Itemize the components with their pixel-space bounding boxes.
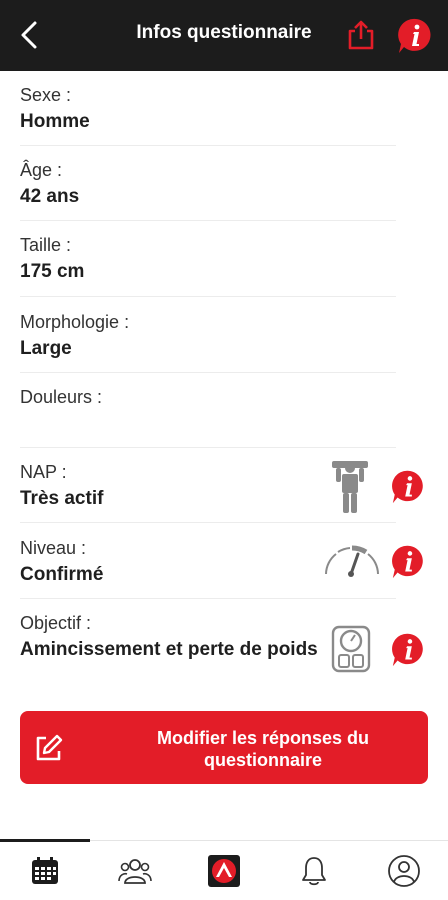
group-icon xyxy=(118,859,152,884)
bottom-tab-bar xyxy=(0,839,448,900)
gauge-icon xyxy=(325,545,379,577)
tab-profile[interactable] xyxy=(384,853,424,889)
nap-info-button[interactable] xyxy=(390,468,428,506)
tab-calendar[interactable] xyxy=(25,853,65,889)
info-bubble-icon xyxy=(398,18,431,53)
info-bubble-icon xyxy=(392,470,423,504)
field-value: Large xyxy=(20,338,72,359)
field-label: Sexe : xyxy=(20,85,72,105)
tab-home-logo[interactable] xyxy=(204,853,244,889)
share-icon xyxy=(348,20,374,50)
active-person-icon xyxy=(332,461,368,513)
edit-answers-button[interactable]: Modifier les réponses du questionnaire xyxy=(20,711,428,784)
objectif-info-button[interactable] xyxy=(390,631,428,669)
field-label: Âge : xyxy=(20,160,63,180)
brand-logo-icon xyxy=(208,855,240,887)
top-app-bar: Infos questionnaire xyxy=(0,0,448,71)
calendar-icon xyxy=(32,857,58,884)
field-age: Âge : 42 ans xyxy=(20,159,396,221)
field-value: 175 cm xyxy=(20,261,85,282)
field-value: 42 ans xyxy=(20,186,80,207)
field-value: Amincissement et perte de poids xyxy=(20,639,318,660)
niveau-info-button[interactable] xyxy=(390,543,428,581)
bell-icon xyxy=(302,857,326,886)
profile-icon xyxy=(388,855,420,887)
field-douleurs: Douleurs : xyxy=(20,386,396,448)
edit-icon xyxy=(36,734,63,761)
page-title: Infos questionnaire xyxy=(136,22,312,43)
tab-group[interactable] xyxy=(115,853,155,889)
field-label: Taille : xyxy=(20,235,72,255)
info-bubble-icon xyxy=(392,545,423,579)
info-bubble-icon xyxy=(392,633,423,667)
field-sexe: Sexe : Homme xyxy=(20,84,396,146)
scale-icon xyxy=(331,625,371,673)
field-taille: Taille : 175 cm xyxy=(20,234,396,297)
field-label: Douleurs : xyxy=(20,387,103,407)
share-button[interactable] xyxy=(344,17,378,53)
field-value: Homme xyxy=(20,111,90,132)
edit-answers-label: Modifier les réponses du questionnaire xyxy=(156,728,370,770)
field-morphologie: Morphologie : Large xyxy=(20,311,396,373)
tab-notifications[interactable] xyxy=(294,853,334,889)
field-label: Morphologie : xyxy=(20,312,130,332)
info-button[interactable] xyxy=(396,16,436,56)
active-tab-indicator xyxy=(0,839,90,842)
